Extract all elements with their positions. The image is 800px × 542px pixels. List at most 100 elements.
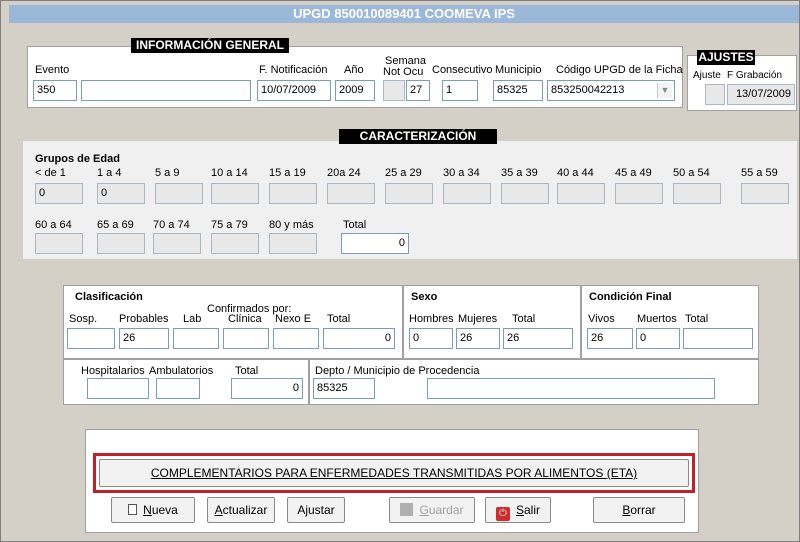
clasif-total-input[interactable]: 0 xyxy=(323,328,395,349)
age-group-input[interactable] xyxy=(501,183,549,204)
nexo-input[interactable] xyxy=(273,328,319,349)
salir-button[interactable]: ⏻ Salir xyxy=(485,497,551,523)
age-group-input[interactable] xyxy=(443,183,491,204)
age-group-input[interactable] xyxy=(327,183,375,204)
hospitalarios-label: Hospitalarios xyxy=(81,365,145,377)
age-group-label: 25 a 29 xyxy=(385,167,422,179)
edad-total-label: Total xyxy=(343,219,367,231)
semana-sublabel: Not Ocu xyxy=(383,66,424,78)
window-title: UPGD 850010089401 COOMEVA IPS xyxy=(9,5,799,23)
age-group-input[interactable] xyxy=(741,183,789,204)
semana-ocu-input[interactable]: 27 xyxy=(406,80,430,101)
nueva-button[interactable]: Nueva xyxy=(111,497,195,523)
lab-input[interactable] xyxy=(173,328,219,349)
guardar-button[interactable]: Guardar xyxy=(389,497,475,523)
age-group-label: 80 y más xyxy=(269,219,314,231)
age-group-input[interactable] xyxy=(269,183,317,204)
salir-label: alir xyxy=(524,503,541,517)
clinica-label: Clínica xyxy=(228,313,262,325)
clasif-total-label: Total xyxy=(327,313,351,325)
salir-mnemonic: S xyxy=(515,503,524,517)
age-group-label: 35 a 39 xyxy=(501,167,538,179)
cond-total-input[interactable] xyxy=(683,328,753,349)
age-group-label: 50 a 54 xyxy=(673,167,710,179)
sexo-title: Sexo xyxy=(411,291,438,303)
fnotif-input[interactable]: 10/07/2009 xyxy=(257,80,331,101)
age-group-input[interactable] xyxy=(557,183,605,204)
age-group-input[interactable] xyxy=(211,183,259,204)
age-group-input[interactable] xyxy=(35,233,83,254)
probables-label: Probables xyxy=(119,313,169,325)
clasificacion-title: Clasificación xyxy=(75,291,143,303)
consecutivo-label: Consecutivo xyxy=(432,64,493,76)
age-group-label: 60 a 64 xyxy=(35,219,72,231)
probables-input[interactable]: 26 xyxy=(119,328,169,349)
ajuste-input[interactable] xyxy=(705,84,725,105)
hospitalarios-input[interactable] xyxy=(87,378,149,399)
age-group-label: 10 a 14 xyxy=(211,167,248,179)
semana-not-input[interactable] xyxy=(383,80,405,101)
muertos-input[interactable]: 0 xyxy=(636,328,680,349)
procedencia-desc-input[interactable] xyxy=(427,378,715,399)
age-group-input[interactable] xyxy=(673,183,721,204)
condicion-title: Condición Final xyxy=(589,291,672,303)
nexo-label: Nexo E xyxy=(275,313,312,325)
age-group-label: 55 a 59 xyxy=(741,167,778,179)
sosp-input[interactable] xyxy=(67,328,115,349)
vivos-label: Vivos xyxy=(588,313,615,325)
grupos-edad-title: Grupos de Edad xyxy=(35,153,120,165)
age-group-input[interactable] xyxy=(211,233,259,254)
evento-desc-input[interactable] xyxy=(81,80,251,101)
actualizar-button[interactable]: Actualizar xyxy=(207,497,275,523)
age-group-label: 1 a 4 xyxy=(97,167,122,179)
age-group-input[interactable] xyxy=(97,233,145,254)
upgd-value: 853250042213 xyxy=(551,84,625,96)
hosp-total-label: Total xyxy=(235,365,259,377)
sosp-label: Sosp. xyxy=(69,313,98,325)
age-group-input[interactable]: 0 xyxy=(35,183,83,204)
sexo-total-label: Total xyxy=(512,313,536,325)
anio-input[interactable]: 2009 xyxy=(335,80,375,101)
age-group-label: < de 1 xyxy=(35,167,66,179)
evento-code-input[interactable]: 350 xyxy=(33,80,77,101)
hombres-input[interactable]: 0 xyxy=(409,328,453,349)
lab-label: Lab xyxy=(183,313,202,325)
hosp-total-input[interactable]: 0 xyxy=(231,378,303,399)
vivos-input[interactable]: 26 xyxy=(587,328,633,349)
fgrabacion-input[interactable]: 13/07/2009 xyxy=(727,84,795,105)
guardar-label: uardar xyxy=(428,503,464,517)
edad-total-input[interactable]: 0 xyxy=(341,233,409,254)
age-group-input[interactable]: 0 xyxy=(97,183,145,204)
muertos-label: Muertos xyxy=(637,313,677,325)
chevron-down-icon[interactable]: ▼ xyxy=(657,83,672,98)
consecutivo-input[interactable]: 1 xyxy=(442,80,478,101)
mujeres-input[interactable]: 26 xyxy=(456,328,500,349)
age-group-input[interactable] xyxy=(153,233,201,254)
new-document-icon xyxy=(128,504,138,515)
general-header: INFORMACIÓN GENERAL xyxy=(131,38,289,53)
borrar-button[interactable]: Borrar xyxy=(593,497,685,523)
nueva-mnemonic: N xyxy=(143,503,152,517)
age-group-input[interactable] xyxy=(385,183,433,204)
actualizar-mnemonic: A xyxy=(214,503,223,517)
age-group-input[interactable] xyxy=(269,233,317,254)
ajustar-button[interactable]: Ajustar xyxy=(287,497,345,523)
municipio-input[interactable]: 85325 xyxy=(493,80,543,101)
hombres-label: Hombres xyxy=(409,313,454,325)
ambulatorios-label: Ambulatorios xyxy=(149,365,214,377)
age-group-input[interactable] xyxy=(615,183,663,204)
upgd-label: Código UPGD de la Ficha xyxy=(556,64,683,76)
complementarios-eta-button[interactable]: COMPLEMENTARIOS PARA ENFERMEDADES TRANSM… xyxy=(99,459,689,487)
upgd-select[interactable]: 853250042213 ▼ xyxy=(547,80,675,101)
age-group-input[interactable] xyxy=(155,183,203,204)
borrar-label: orrar xyxy=(630,503,656,517)
actualizar-label: ctualizar xyxy=(222,503,268,517)
age-group-label: 40 a 44 xyxy=(557,167,594,179)
procedencia-code-input[interactable]: 85325 xyxy=(313,378,375,399)
ambulatorios-input[interactable] xyxy=(156,378,200,399)
clinica-input[interactable] xyxy=(223,328,269,349)
sexo-total-input[interactable]: 26 xyxy=(503,328,573,349)
ajuste-label: Ajuste xyxy=(693,70,721,81)
age-group-label: 15 a 19 xyxy=(269,167,306,179)
fnotif-label: F. Notificación xyxy=(259,64,328,76)
